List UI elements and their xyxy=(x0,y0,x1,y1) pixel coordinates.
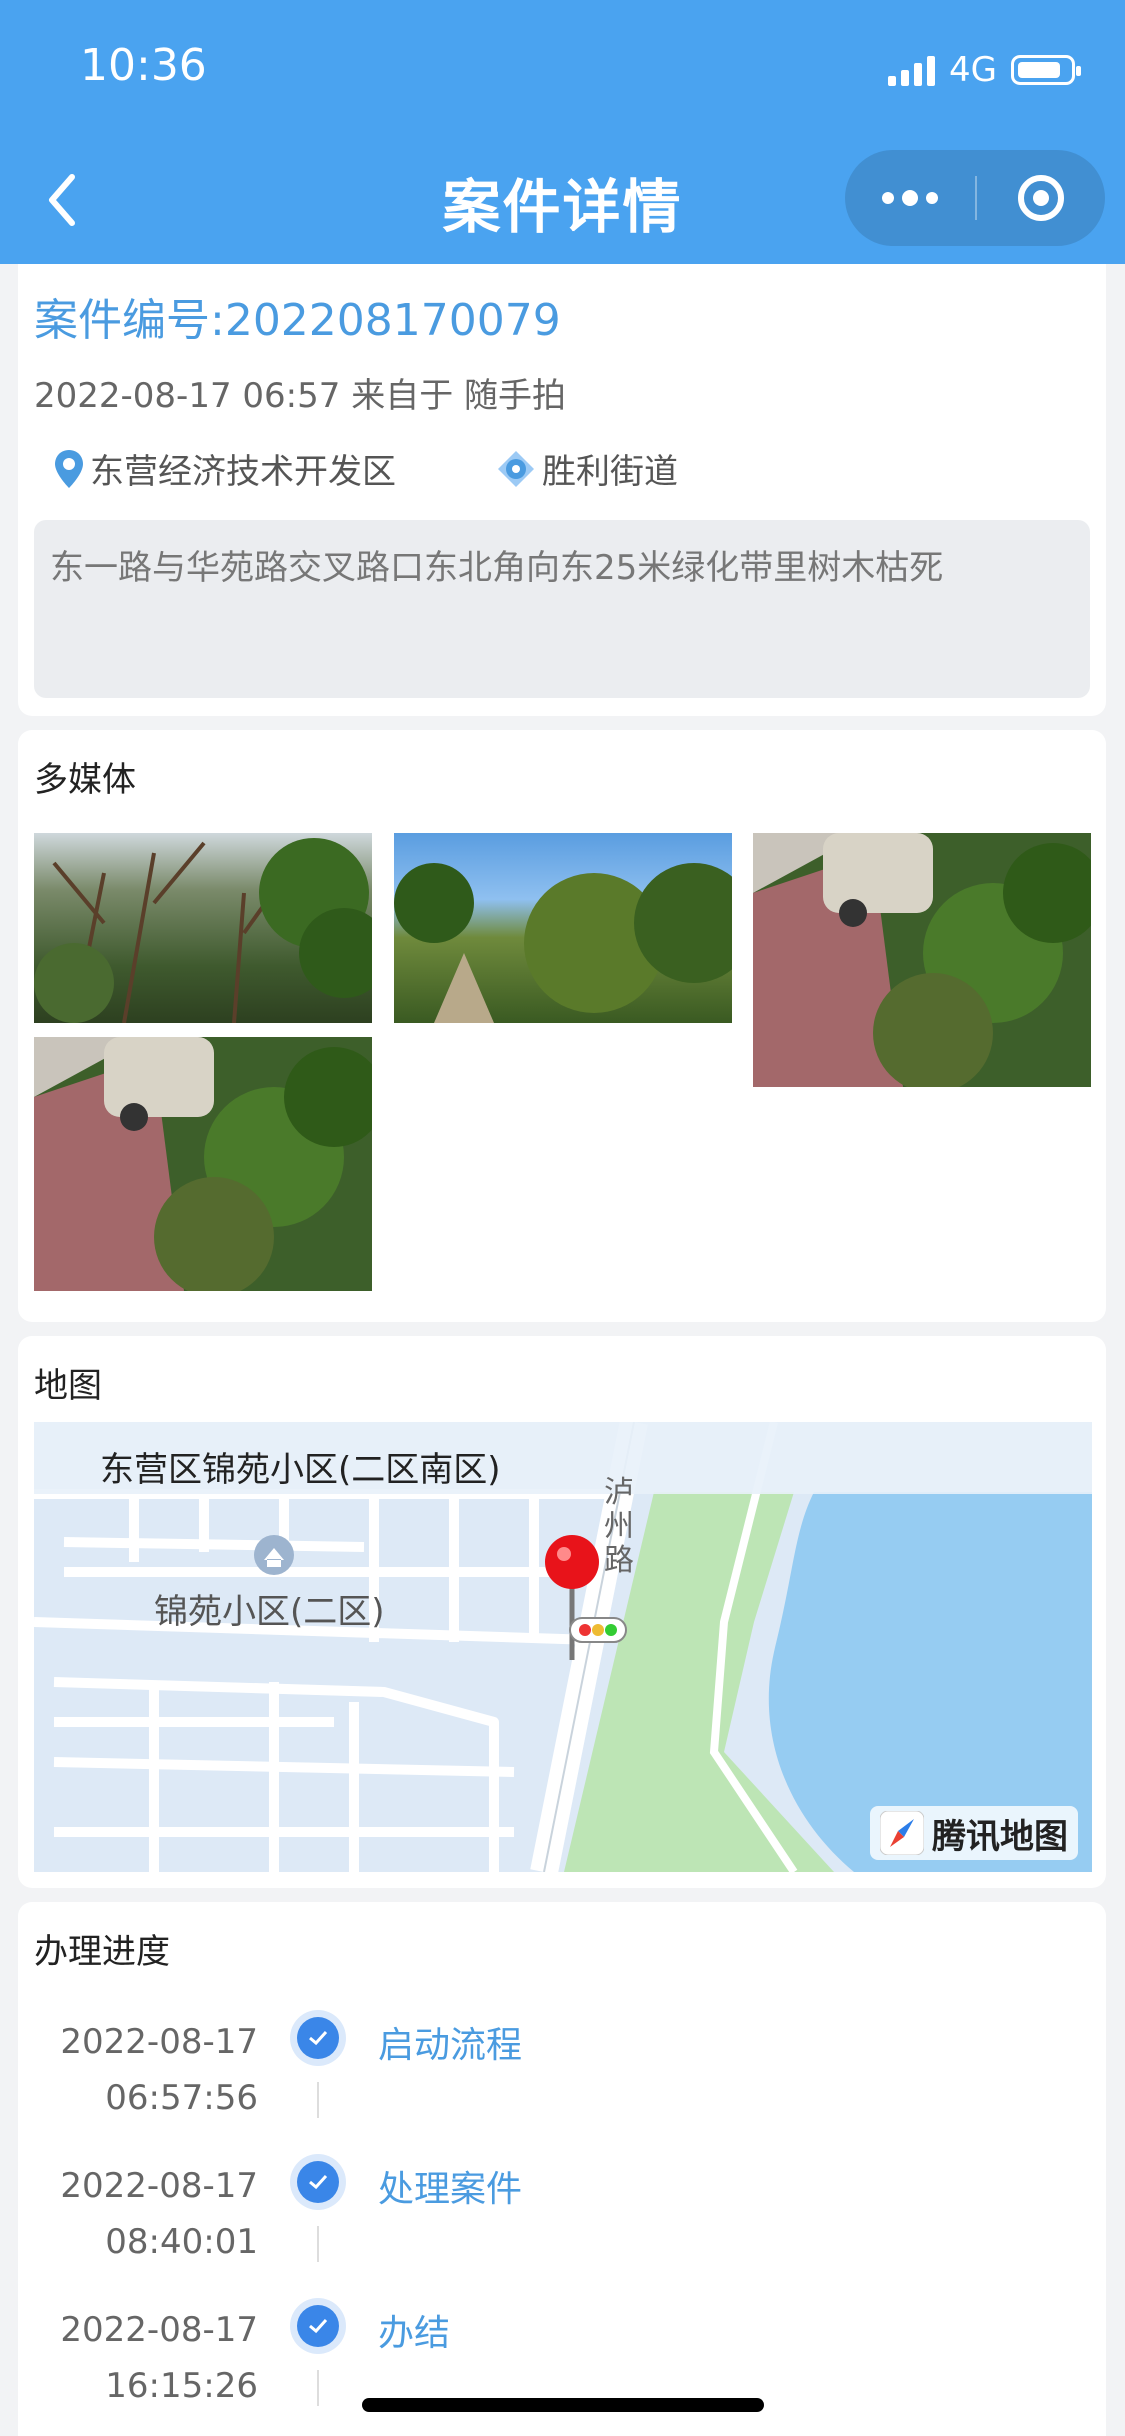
step-label: 处理案件 xyxy=(378,2169,523,2210)
more-icon[interactable] xyxy=(845,150,975,246)
check-icon xyxy=(290,2154,346,2210)
media-title: 多媒体 xyxy=(34,760,136,800)
check-icon xyxy=(290,2298,346,2354)
case-description: 东一路与华苑路交叉路口东北角向东25米绿化带里树木枯死 xyxy=(34,520,1090,698)
district-label: 东营经济技术开发区 xyxy=(90,452,396,492)
step-datetime: 2022-08-17 08:40:01 xyxy=(60,2166,258,2262)
map-label-area: 东营区锦苑小区(二区南区) xyxy=(100,1450,501,1490)
map-label-road: 泸州路 xyxy=(604,1475,634,1578)
media-card: 多媒体 xyxy=(18,730,1106,1322)
timeline-connector xyxy=(317,2370,319,2406)
street-label: 胜利街道 xyxy=(542,452,678,492)
district-tag: 东营经济技术开发区 xyxy=(52,444,396,493)
timeline-connector xyxy=(317,2082,319,2118)
status-time: 10:36 xyxy=(80,40,207,91)
case-id: 案件编号:202208170079 xyxy=(34,295,561,346)
status-icons: 4G xyxy=(888,50,1081,90)
progress-title: 办理进度 xyxy=(34,1932,170,1972)
compass-icon xyxy=(880,1811,924,1855)
battery-icon xyxy=(1011,55,1081,85)
media-photo[interactable] xyxy=(34,1037,372,1291)
step-label: 办结 xyxy=(378,2313,451,2354)
map-view[interactable]: 东营区锦苑小区(二区南区) 锦苑小区(二区) 泸州路 腾讯地图 xyxy=(34,1422,1092,1872)
home-indicator[interactable] xyxy=(362,2398,764,2412)
media-photo[interactable] xyxy=(753,833,1091,1087)
step-label: 启动流程 xyxy=(378,2025,523,2066)
network-type: 4G xyxy=(949,50,997,90)
mini-program-capsule xyxy=(845,150,1105,246)
location-target-icon xyxy=(498,450,534,487)
close-target-icon[interactable] xyxy=(977,150,1105,246)
case-info-card: 案件编号:202208170079 2022-08-17 06:57 来自于 随… xyxy=(18,264,1106,716)
map-label-community: 锦苑小区(二区) xyxy=(154,1592,385,1632)
media-photo[interactable] xyxy=(34,833,372,1023)
street-tag: 胜利街道 xyxy=(496,444,678,493)
location-pin-icon xyxy=(55,449,83,488)
progress-card: 办理进度 2022-08-17 06:57:56 启动流程 2022-08-17 0… xyxy=(18,1902,1106,2436)
header: 10:36 4G 案件详情 xyxy=(0,0,1125,264)
step-datetime: 2022-08-17 16:15:26 xyxy=(60,2310,258,2406)
media-photo[interactable] xyxy=(394,833,732,1023)
step-datetime: 2022-08-17 06:57:56 xyxy=(60,2022,258,2118)
check-icon xyxy=(290,2010,346,2066)
map-provider: 腾讯地图 xyxy=(932,1816,1068,1857)
map-title: 地图 xyxy=(34,1366,102,1406)
signal-icon xyxy=(888,54,936,86)
tencent-map-logo: 腾讯地图 xyxy=(870,1806,1078,1860)
timeline-connector xyxy=(317,2226,319,2262)
map-card: 地图 东营区锦苑小区(二区南区) 锦苑小区(二区) 泸州路 腾讯地图 xyxy=(18,1336,1106,1888)
case-meta: 2022-08-17 06:57 来自于 随手拍 xyxy=(34,376,566,416)
